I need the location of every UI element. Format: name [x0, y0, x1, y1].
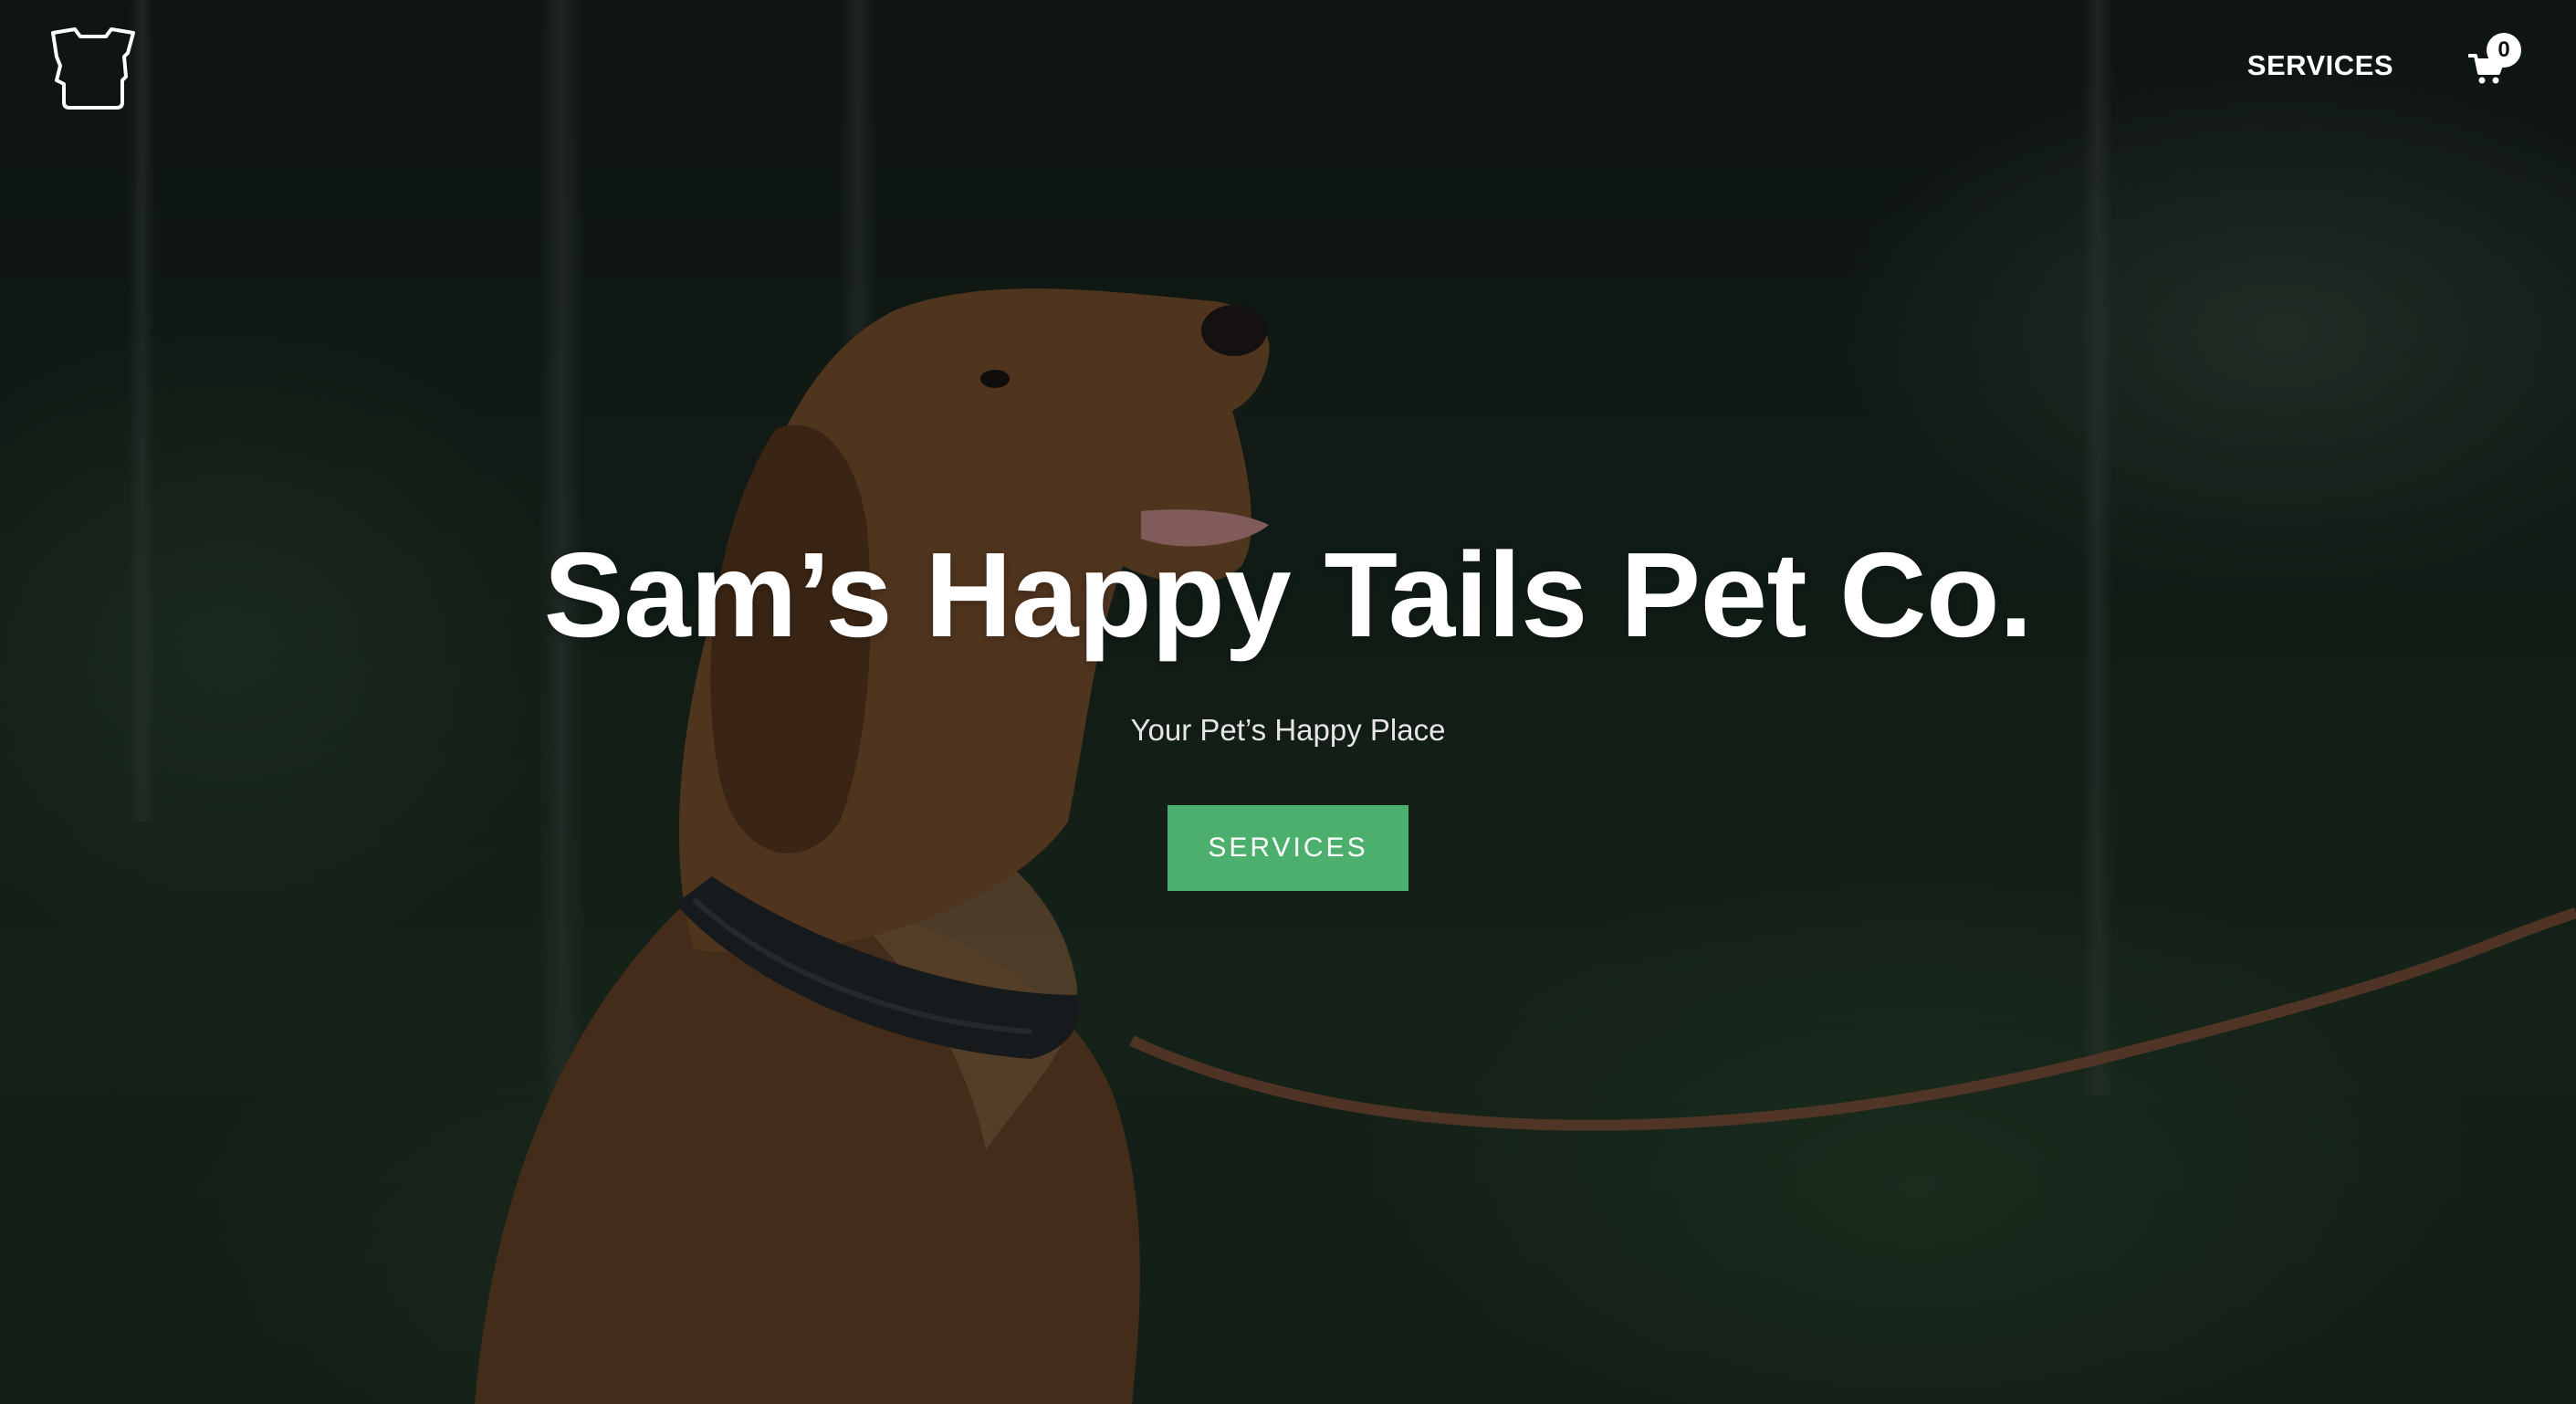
hero-subtitle: Your Pet’s Happy Place — [1130, 713, 1446, 747]
nav-services-link[interactable]: SERVICES — [2247, 49, 2393, 82]
hero-services-button[interactable]: SERVICES — [1168, 805, 1408, 891]
hero-content: Sam’s Happy Tails Pet Co. Your Pet’s Hap… — [0, 522, 2576, 891]
cart-count-badge: 0 — [2487, 33, 2521, 68]
dog-head-outline-icon — [51, 27, 135, 110]
cart-button[interactable]: 0 — [2468, 33, 2521, 88]
hero-title: Sam’s Happy Tails Pet Co. — [543, 528, 2033, 662]
page: SERVICES 0 Sam’s Happy Tails Pet Co. You… — [0, 0, 2576, 1404]
site-logo[interactable] — [47, 26, 139, 110]
